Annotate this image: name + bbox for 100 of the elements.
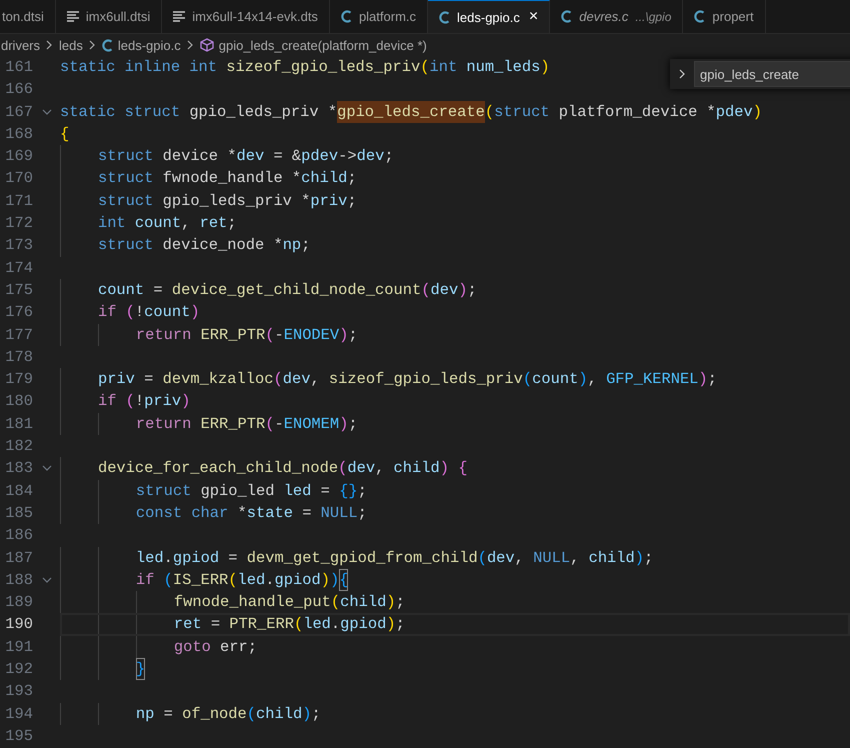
bracket: {} [339,480,358,502]
variable: dev [282,369,310,390]
tab-path: ...\gpio [635,10,672,24]
bracket: ( [484,102,494,123]
code-text: . [164,548,173,569]
line-number: 172 [4,213,33,234]
line-number: 189 [4,592,33,614]
editor-tab[interactable]: ton.dtsi [0,0,56,33]
code-text: = [320,480,331,502]
keyword: struct [136,480,192,502]
function-name: ERR_PTR [200,324,266,346]
bracket: ) [578,369,588,390]
variable: led [238,570,266,591]
code-text: ; [347,168,357,190]
bracket: ( [273,369,283,390]
chevron-right-icon [679,69,685,79]
variable: count [134,213,182,234]
bracket: ( [421,280,430,301]
breadcrumb-item[interactable]: drivers [1,38,40,52]
bracket: ) [320,570,330,591]
line-number: 173 [4,235,33,256]
line-number: 191 [4,636,33,658]
bracket: ) [386,592,396,614]
macro: GFP_KERNEL [606,369,698,390]
bracket: ) [752,102,762,123]
line-number: 180 [4,391,33,412]
variable: pdev [301,146,338,168]
close-icon[interactable]: × [528,9,538,25]
control-keyword: goto [174,636,212,658]
variable: dev [486,548,515,569]
keyword: struct [98,190,154,212]
macro: ENOMEM [284,414,340,435]
variable: np [136,704,154,725]
variable: child [301,168,348,190]
variable: gpiod [340,614,386,636]
breadcrumb-item[interactable]: gpio_leds_create(platform_device *) [200,38,427,52]
line-number: 174 [4,258,33,279]
variable: pdev [716,102,753,123]
chevron-right-icon [46,40,54,50]
variable: dev [430,280,458,301]
variable: led [284,480,312,502]
code-text: platform_device * [558,102,716,123]
bracket: ( [522,369,532,390]
cube-icon [200,38,214,52]
line-number: 161 [4,57,33,78]
line-number: 181 [4,414,33,435]
bracket: ( [294,614,304,636]
matched-bracket: { [339,568,348,592]
breadcrumb-item[interactable]: leds-gpio.c [102,38,181,52]
line-number: 167 [4,102,33,123]
keyword: NULL [320,502,358,524]
control-keyword: if [136,570,156,591]
code-text: gpio_leds_priv * [189,102,338,123]
keyword: struct [494,102,551,123]
chevron-down-icon[interactable] [42,108,52,115]
editor-tab[interactable]: imx6ull.dtsi [56,0,162,33]
variable: np [282,235,302,256]
bracket: ) [302,704,312,725]
code-text: = [152,280,164,301]
control-keyword: if [98,391,118,412]
editor-tab[interactable]: devres.c ...\gpio [550,0,684,33]
line-number: 178 [4,346,33,368]
variable: led [303,614,331,636]
line-number: 166 [4,79,33,100]
bracket: ) [634,548,644,569]
code-text: - [274,414,284,435]
variable: count [532,369,578,390]
bracket: ) [190,302,200,324]
code-text: ; [384,146,394,168]
code-text: . [265,570,275,591]
code-text: ; [348,324,358,346]
code-text: . [330,614,340,636]
variable: state [246,502,293,524]
line-number: 176 [4,302,33,324]
code-text: ; [301,235,310,256]
code-text: = [162,704,174,725]
line-number: 195 [4,726,33,747]
bracket: ( [126,391,135,412]
line-number: 170 [4,168,33,190]
find-input[interactable]: gpio_leds_create [694,61,850,87]
function-name: fwnode_handle_put [174,592,331,614]
line-number: 184 [4,480,33,502]
variable: dev [347,458,376,480]
function-name: device_get_child_node_count [172,280,422,301]
code-text: device * [162,146,236,168]
editor-tab[interactable]: leds-gpio.c × [428,0,550,33]
chevron-down-icon[interactable] [42,465,52,472]
code-text: gpio_leds_priv * [162,190,310,212]
bracket: ( [265,324,274,346]
line-number: 190 [4,614,33,636]
variable: priv [98,369,135,390]
lines-file-icon [173,11,186,22]
matched-bracket: } [136,658,146,680]
keyword: struct [98,168,154,190]
chevron-down-icon[interactable] [42,576,52,583]
editor-tab[interactable]: propert [683,0,766,33]
bracket: ) [386,614,396,636]
variable: child [394,458,440,480]
editor-tab[interactable]: imx6ull-14x14-evk.dts [162,0,330,33]
breadcrumb-item[interactable]: leds [59,38,83,52]
